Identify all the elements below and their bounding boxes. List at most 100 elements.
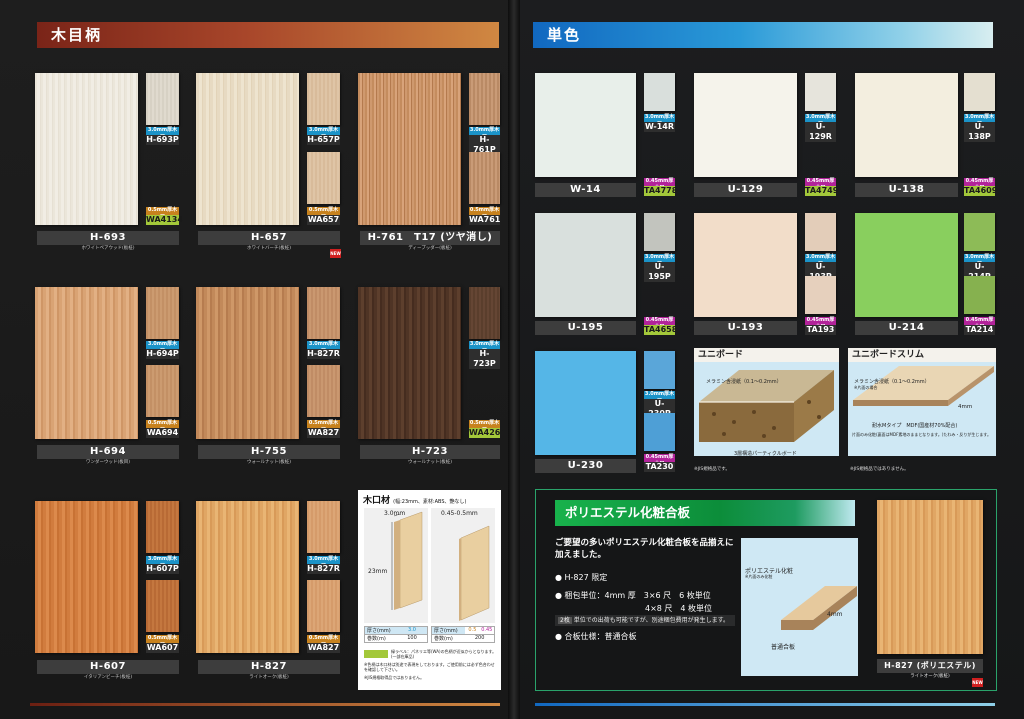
edge-note: ※色柄は木口材は別途で表現をしております。ご使用前には必ず色合わせを確認して下さ… — [364, 662, 495, 672]
edge-height-label: 23mm — [368, 568, 388, 575]
diagram-label-plywood: 普通合板 — [771, 644, 796, 651]
uniboard-slim-title: ユニボードスリム — [848, 348, 996, 362]
edge-code: WA657 — [307, 215, 340, 225]
edge-swatch-ta214[interactable] — [964, 276, 995, 314]
green-label-legend — [364, 650, 388, 658]
uniboard-label-melamine: メラミン含浸紙（0.1～0.2mm） — [706, 379, 782, 385]
edge-swatch-u-193p[interactable] — [805, 213, 836, 251]
edge-swatch-u-129r[interactable] — [805, 73, 836, 111]
swatch-code: U-195 — [535, 321, 636, 335]
polyester-diagram: ポリエステル化粧 ※片面のみ化粧 4mm 普通合板 — [741, 538, 858, 676]
edge-material-panel: 木口材 (幅:23mm、素材:ABS、艶なし) 3.0mm 23mm 0.45-… — [358, 490, 501, 690]
swatch-u-214[interactable] — [855, 213, 958, 317]
edge-swatch-wa694[interactable] — [146, 365, 179, 417]
diagram-thickness: 4mm — [827, 611, 843, 618]
swatch-code: H-723 — [360, 445, 500, 459]
swatch-h-607[interactable] — [35, 501, 138, 653]
section-title-solid: 単色 — [533, 22, 993, 48]
swatch-code: H-827 (ポリエステル) — [877, 659, 983, 673]
edge-swatch-wa827[interactable] — [307, 580, 340, 632]
swatch-name: ライトオーク(板柾) — [910, 674, 950, 679]
edge-swatch-h-657p[interactable] — [307, 73, 340, 125]
swatch-h-723[interactable] — [358, 287, 461, 439]
edge-swatch-h-827r[interactable] — [307, 287, 340, 339]
edge-code: TA4778 — [644, 186, 678, 196]
swatch-h-755[interactable] — [196, 287, 299, 439]
edge-code: U-195P — [644, 262, 675, 282]
swatch-code: U-230 — [535, 459, 636, 473]
swatch-code: H-694 — [37, 445, 179, 459]
swatch-u-129[interactable] — [694, 73, 797, 177]
swatch-h-761[interactable] — [358, 73, 461, 225]
swatch-code: H-827 — [198, 660, 340, 674]
edge-swatch-h-761p[interactable] — [469, 73, 500, 125]
edge-swatch-ta230[interactable] — [644, 413, 675, 451]
edge-swatch-wa607[interactable] — [146, 580, 179, 632]
slim-label-mdf: 耐水Mタイプ MDF(国産材70%配合) — [872, 423, 958, 429]
swatch-name: ワンダーウッド(板目) — [85, 460, 130, 465]
swatch-code: W-14 — [535, 183, 636, 197]
swatch-h-693[interactable] — [35, 73, 138, 225]
uniboard-title: ユニボード — [694, 348, 839, 362]
edge-code: TA4658 — [644, 325, 678, 335]
polyester-title: ポリエステル化粧合板 — [555, 500, 855, 526]
uniboard-slim-diagram: ユニボードスリム メラミン含浸紙（0.1～0.2mm） ※片面の場合 4mm 耐… — [848, 348, 996, 456]
swatch-w-14[interactable] — [535, 73, 636, 177]
edge-swatch-u-230p[interactable] — [644, 351, 675, 389]
swatch-code: U-193 — [694, 321, 797, 335]
swatch-name: ウォールナット(板柾) — [407, 460, 452, 465]
right-footer-line — [535, 703, 995, 706]
swatch-u-230[interactable] — [535, 351, 636, 455]
polyester-item-packing: ● 梱包単位：4mm 厚 3×6 尺 6 枚単位 — [555, 591, 711, 600]
edge-swatch-u-195p[interactable] — [644, 213, 675, 251]
edge-swatch-wa657[interactable] — [307, 152, 340, 204]
swatch-code: H-693 — [37, 231, 179, 245]
slim-label-melamine: メラミン含浸紙（0.1～0.2mm） — [854, 379, 930, 385]
swatch-u-138[interactable] — [855, 73, 958, 177]
edge-code: W-14R — [644, 122, 675, 132]
swatch-name: ホワイトバーチ(板柾) — [246, 246, 291, 251]
edge-swatch-w-14r[interactable] — [644, 73, 675, 111]
edge-swatch-h-693p[interactable] — [146, 73, 179, 125]
swatch-h-827[interactable] — [196, 501, 299, 653]
uniboard-label-particle: 3層構造パーティクルボード — [734, 451, 797, 457]
edge-swatch-wa761[interactable] — [469, 152, 500, 204]
swatch-h-827-polyester[interactable] — [877, 500, 983, 654]
edge-swatch-u-138p[interactable] — [964, 73, 995, 111]
uniboard-jis-note: ※JIS規格品です。 — [694, 467, 730, 472]
slim-jis-note: ※JIS規格品ではありません。 — [850, 467, 909, 472]
binding-spine — [508, 0, 520, 719]
edge-panel-title: 木口材 (幅:23mm、素材:ABS、艶なし) — [363, 496, 467, 506]
edge-swatch-h-694p[interactable] — [146, 287, 179, 339]
edge-swatch-ta193[interactable] — [805, 276, 836, 314]
swatch-code: U-129 — [694, 183, 797, 197]
polyester-intro: ご要望の多いポリエステル化粧合板を品揃えに加えました。 — [555, 538, 734, 560]
slim-label-single-side: ※片面の場合 — [854, 385, 878, 390]
swatch-name: ウォールナット(板柾) — [246, 460, 291, 465]
slim-desc: 片面のみ化粧(裏面はMDF素地のままとなります。)たわみ・反りが生じます。 — [852, 432, 992, 437]
swatch-name: イタリアンビーチ(板柾) — [83, 675, 133, 680]
edge-swatch-h-827r[interactable] — [307, 501, 340, 553]
polyester-item-spec: ● 合板仕様：普通合板 — [555, 632, 637, 641]
swatch-u-195[interactable] — [535, 213, 636, 317]
swatch-h-657[interactable] — [196, 73, 299, 225]
note-text: 単位での出荷も可能ですが、別途梱包費用が発生します。 — [573, 617, 730, 624]
swatch-code: H-657 — [198, 231, 340, 245]
edge-code: TA230 — [644, 462, 675, 472]
left-footer-line — [30, 703, 500, 706]
edge-code: U-129R — [805, 122, 836, 142]
swatch-u-193[interactable] — [694, 213, 797, 317]
edge-swatch-h-723p[interactable] — [469, 287, 500, 339]
edge-code: U-138P — [964, 122, 995, 142]
swatch-code: H-755 — [198, 445, 340, 459]
edge-swatch-u-214p[interactable] — [964, 213, 995, 251]
edge-swatch-wa827[interactable] — [307, 365, 340, 417]
swatch-h-694[interactable] — [35, 287, 138, 439]
edge-code: WA4134 — [146, 215, 183, 225]
edge-swatch-h-607p[interactable] — [146, 501, 179, 553]
edge-code: WA827 — [307, 643, 340, 653]
legend-text: 緑ラベル：パネリエ等(WA)の色柄が近似からとなります。(一部在庫品) — [391, 649, 497, 659]
edge-code: WA694 — [146, 428, 179, 438]
swatch-code: H-761 T17 (ツヤ消し) — [360, 231, 500, 245]
polyester-note-row: 2枚 単位での出荷も可能ですが、別途梱包費用が発生します。 — [555, 615, 735, 626]
